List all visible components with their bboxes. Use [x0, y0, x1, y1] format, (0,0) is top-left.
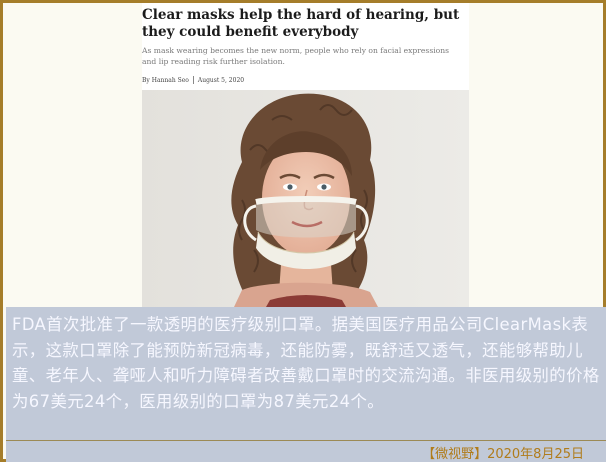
- woman-clear-mask-photo: [142, 90, 469, 307]
- image-frame: Clear masks help the hard of hearing, bu…: [0, 0, 606, 462]
- source-bar: 【微视野】2020年8月25日: [6, 440, 606, 462]
- caption-panel: FDA首次批准了一款透明的医疗级别口罩。据美国医疗用品公司ClearMask表示…: [6, 307, 606, 440]
- source-label: 【微视野】2020年8月25日: [422, 447, 584, 462]
- article-subhead: As mask wearing becomes the new norm, pe…: [142, 46, 450, 66]
- byline-divider: [192, 76, 194, 84]
- caption-text: FDA首次批准了一款透明的医疗级别口罩。据美国医疗用品公司ClearMask表示…: [12, 315, 600, 411]
- publish-date: August 5, 2020: [197, 76, 245, 84]
- article-card: Clear masks help the hard of hearing, bu…: [142, 3, 469, 307]
- article-byline: By Hannah Seo August 5, 2020: [142, 75, 244, 85]
- author-name[interactable]: By Hannah Seo: [142, 77, 189, 84]
- article-headline[interactable]: Clear masks help the hard of hearing, bu…: [142, 7, 469, 41]
- article-photo: [142, 90, 469, 307]
